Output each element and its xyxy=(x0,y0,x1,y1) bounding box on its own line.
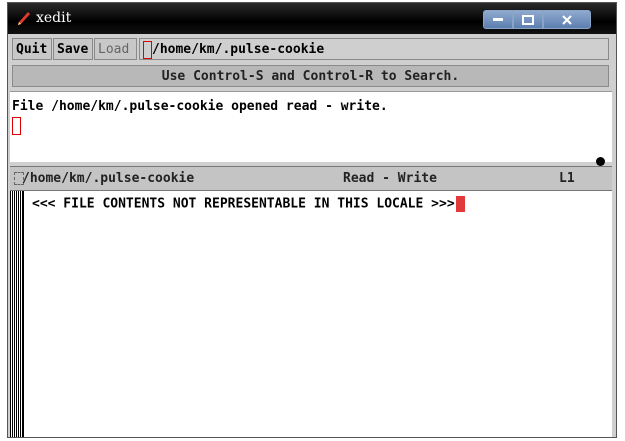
status-mode: Read - Write xyxy=(343,171,437,186)
editor-content: <<< FILE CONTENTS NOT REPRESENTABLE IN T… xyxy=(32,196,455,212)
status-bar: /home/km/.pulse-cookie Read - Write L1 xyxy=(10,166,612,191)
xedit-window: xedit Quit Save Load /home/km/.pulse-coo… xyxy=(7,2,617,438)
message-cursor xyxy=(12,117,21,135)
block-cursor xyxy=(455,196,465,212)
editor-line: <<< FILE CONTENTS NOT REPRESENTABLE IN T… xyxy=(32,196,465,212)
pane-resize-grip[interactable] xyxy=(596,157,605,166)
close-button[interactable] xyxy=(543,10,591,29)
filename-input[interactable]: /home/km/.pulse-cookie xyxy=(139,38,609,60)
maximize-button[interactable] xyxy=(513,10,543,29)
vertical-scrollbar[interactable] xyxy=(10,191,24,437)
title-bar[interactable]: xedit xyxy=(8,3,616,34)
minimize-icon xyxy=(493,17,503,21)
close-icon xyxy=(562,14,572,25)
message-text: File /home/km/.pulse-cookie opened read … xyxy=(12,99,388,114)
status-path: /home/km/.pulse-cookie xyxy=(22,171,195,186)
text-editor[interactable]: <<< FILE CONTENTS NOT REPRESENTABLE IN T… xyxy=(10,191,612,437)
command-row: Quit Save Load /home/km/.pulse-cookie xyxy=(8,37,616,63)
filename-value: /home/km/.pulse-cookie xyxy=(152,42,325,57)
message-area[interactable]: File /home/km/.pulse-cookie opened read … xyxy=(10,91,612,162)
pen-icon xyxy=(18,12,30,25)
save-button[interactable]: Save xyxy=(53,38,93,60)
load-button[interactable]: Load xyxy=(94,38,137,60)
status-line: L1 xyxy=(559,171,575,186)
search-hint-label: Use Control-S and Control-R to Search. xyxy=(12,65,609,87)
quit-button[interactable]: Quit xyxy=(12,38,52,60)
text-cursor xyxy=(143,41,152,59)
window-title: xedit xyxy=(36,10,72,26)
minimize-button[interactable] xyxy=(483,10,513,29)
maximize-icon xyxy=(522,14,534,25)
